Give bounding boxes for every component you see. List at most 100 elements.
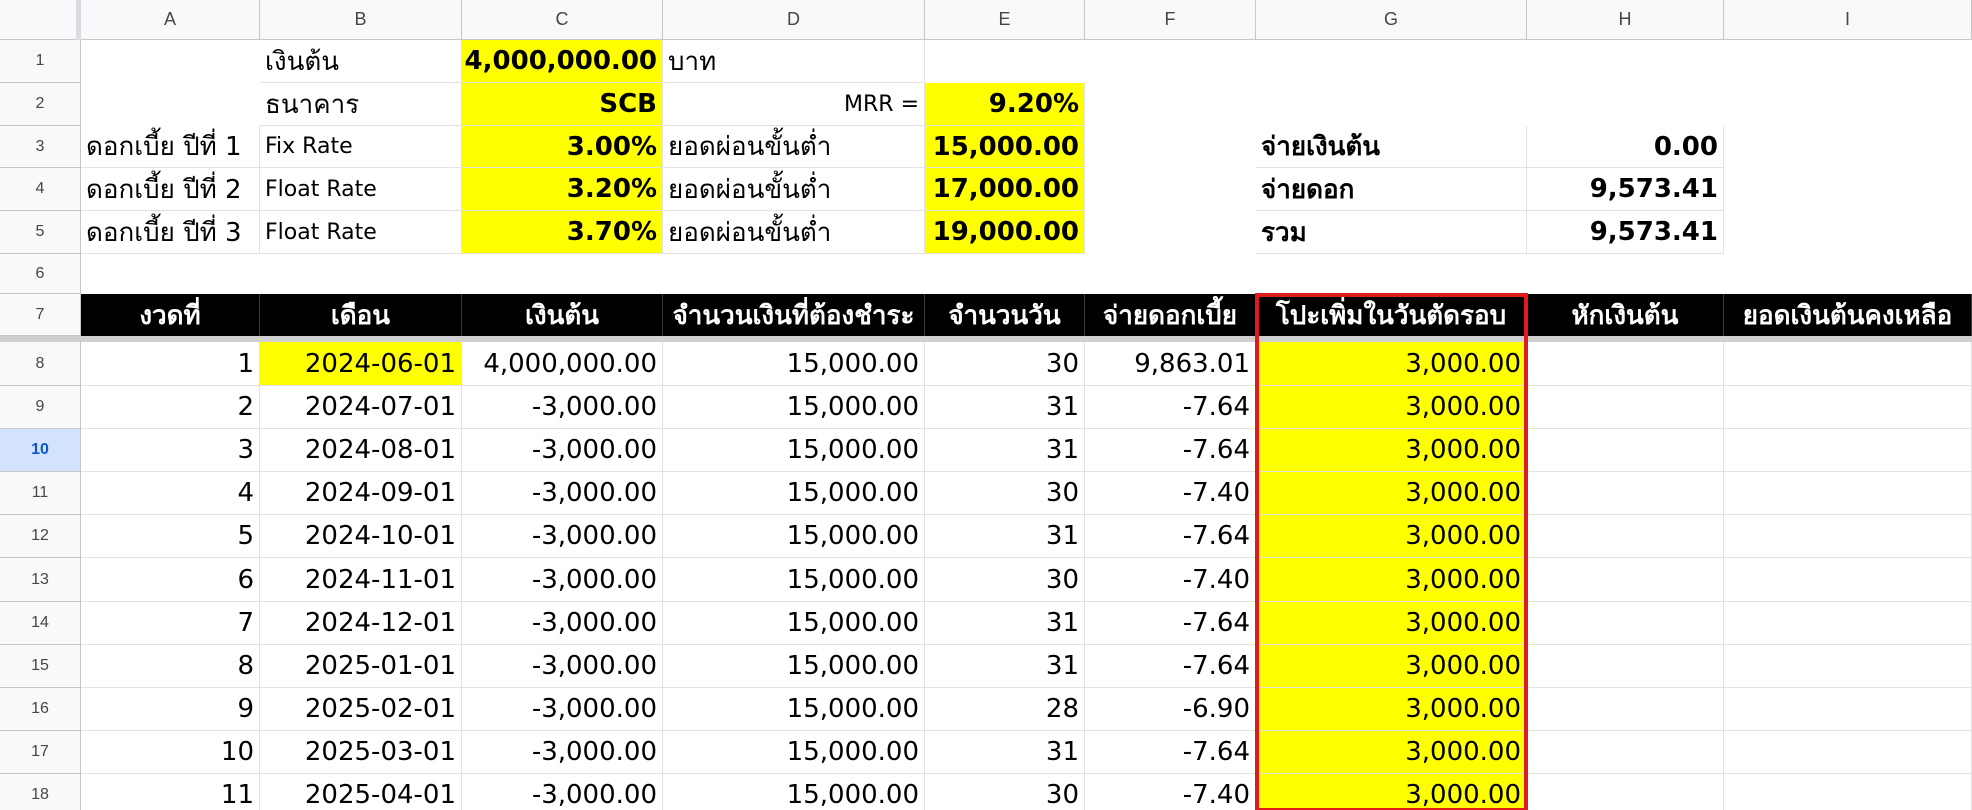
table-cell-empty[interactable] bbox=[1724, 386, 1972, 429]
spreadsheet-grid[interactable]: A B C D E F G H I 1 2 3 4 5 6 7 8 9 10 11 12 13 14 15 16 17 18 เงิน… bbox=[0, 0, 1972, 810]
year-3-rate[interactable]: 3.70% bbox=[462, 211, 663, 254]
table-cell[interactable]: 30 bbox=[925, 774, 1085, 810]
total-label-1[interactable]: จ่ายเงินต้น bbox=[1256, 126, 1527, 168]
table-cell[interactable]: 3,000.00 bbox=[1256, 645, 1527, 688]
row-header-5[interactable]: 5 bbox=[0, 211, 81, 254]
row-header-17[interactable]: 17 bbox=[0, 731, 81, 774]
table-cell-empty[interactable] bbox=[1527, 429, 1724, 472]
table-cell[interactable]: 11 bbox=[81, 774, 260, 810]
table-cell[interactable]: 2024-08-01 bbox=[260, 429, 462, 472]
year-2-minimum-value[interactable]: 17,000.00 bbox=[925, 168, 1085, 211]
table-cell[interactable]: -3,000.00 bbox=[462, 386, 663, 429]
table-header-6[interactable]: จ่ายดอกเบี้ย bbox=[1085, 294, 1256, 336]
select-all-corner[interactable] bbox=[0, 0, 81, 40]
row-header-4[interactable]: 4 bbox=[0, 168, 81, 211]
table-cell-empty[interactable] bbox=[1724, 515, 1972, 558]
table-cell[interactable]: 4 bbox=[81, 472, 260, 515]
table-cell[interactable]: 3,000.00 bbox=[1256, 688, 1527, 731]
year-1-rate-type[interactable]: Fix Rate bbox=[260, 126, 462, 168]
row-header-14[interactable]: 14 bbox=[0, 602, 81, 645]
table-cell[interactable]: 15,000.00 bbox=[663, 429, 925, 472]
table-cell[interactable]: 3 bbox=[81, 429, 260, 472]
table-cell-empty[interactable] bbox=[1724, 558, 1972, 602]
table-cell[interactable]: 15,000.00 bbox=[663, 386, 925, 429]
row-header-15[interactable]: 15 bbox=[0, 645, 81, 688]
currency-label[interactable]: บาท bbox=[663, 40, 925, 83]
row-header-2[interactable]: 2 bbox=[0, 83, 81, 126]
table-cell[interactable]: 31 bbox=[925, 515, 1085, 558]
table-cell[interactable]: 10 bbox=[81, 731, 260, 774]
row-header-1[interactable]: 1 bbox=[0, 40, 81, 83]
total-label-3[interactable]: รวม bbox=[1256, 211, 1527, 254]
table-cell[interactable]: 2025-02-01 bbox=[260, 688, 462, 731]
column-header-h[interactable]: H bbox=[1527, 0, 1724, 40]
table-cell[interactable]: 2024-12-01 bbox=[260, 602, 462, 645]
bank-label[interactable]: ธนาคาร bbox=[260, 83, 462, 126]
table-cell-empty[interactable] bbox=[1527, 731, 1724, 774]
row-header-11[interactable]: 11 bbox=[0, 472, 81, 515]
table-header-5[interactable]: จำนวนวัน bbox=[925, 294, 1085, 336]
table-cell[interactable]: 31 bbox=[925, 386, 1085, 429]
table-cell[interactable]: 30 bbox=[925, 472, 1085, 515]
row-header-12[interactable]: 12 bbox=[0, 515, 81, 558]
table-cell[interactable]: 31 bbox=[925, 429, 1085, 472]
table-cell-empty[interactable] bbox=[1527, 774, 1724, 810]
year-2-rate-type[interactable]: Float Rate bbox=[260, 168, 462, 211]
row-header-18[interactable]: 18 bbox=[0, 774, 81, 810]
table-header-3[interactable]: เงินต้น bbox=[462, 294, 663, 336]
table-cell[interactable]: 15,000.00 bbox=[663, 688, 925, 731]
year-3-minimum-value[interactable]: 19,000.00 bbox=[925, 211, 1085, 254]
table-cell[interactable]: 2025-04-01 bbox=[260, 774, 462, 810]
table-cell[interactable]: 31 bbox=[925, 645, 1085, 688]
column-header-a[interactable]: A bbox=[81, 0, 260, 40]
table-cell[interactable]: 9,863.01 bbox=[1085, 342, 1256, 386]
total-value-3[interactable]: 9,573.41 bbox=[1527, 211, 1724, 254]
table-cell[interactable]: -3,000.00 bbox=[462, 688, 663, 731]
table-cell[interactable]: -7.64 bbox=[1085, 602, 1256, 645]
table-cell[interactable]: 3,000.00 bbox=[1256, 558, 1527, 602]
row-header-9[interactable]: 9 bbox=[0, 386, 81, 429]
mrr-value[interactable]: 9.20% bbox=[925, 83, 1085, 126]
column-header-c[interactable]: C bbox=[462, 0, 663, 40]
table-header-4[interactable]: จำนวนเงินที่ต้องชำระ bbox=[663, 294, 925, 336]
table-cell-empty[interactable] bbox=[1527, 515, 1724, 558]
table-cell[interactable]: 15,000.00 bbox=[663, 342, 925, 386]
table-cell[interactable]: 2024-07-01 bbox=[260, 386, 462, 429]
total-value-2[interactable]: 9,573.41 bbox=[1527, 168, 1724, 211]
column-header-e[interactable]: E bbox=[925, 0, 1085, 40]
table-cell[interactable]: 15,000.00 bbox=[663, 774, 925, 810]
table-cell[interactable]: 15,000.00 bbox=[663, 645, 925, 688]
table-cell[interactable]: 9 bbox=[81, 688, 260, 731]
year-1-rate[interactable]: 3.00% bbox=[462, 126, 663, 168]
table-cell[interactable]: -7.40 bbox=[1085, 558, 1256, 602]
row-header-7[interactable]: 7 bbox=[0, 294, 81, 336]
table-header-1[interactable]: งวดที่ bbox=[81, 294, 260, 336]
table-cell[interactable]: 28 bbox=[925, 688, 1085, 731]
table-cell-empty[interactable] bbox=[1724, 429, 1972, 472]
column-header-f[interactable]: F bbox=[1085, 0, 1256, 40]
table-cell[interactable]: 3,000.00 bbox=[1256, 731, 1527, 774]
table-cell-empty[interactable] bbox=[1527, 386, 1724, 429]
table-cell[interactable]: 3,000.00 bbox=[1256, 774, 1527, 810]
table-cell[interactable]: 15,000.00 bbox=[663, 602, 925, 645]
row-header-6[interactable]: 6 bbox=[0, 254, 81, 294]
table-cell[interactable]: -3,000.00 bbox=[462, 602, 663, 645]
total-label-2[interactable]: จ่ายดอก bbox=[1256, 168, 1527, 211]
table-cell[interactable]: -7.64 bbox=[1085, 515, 1256, 558]
table-cell[interactable]: -3,000.00 bbox=[462, 645, 663, 688]
table-cell-empty[interactable] bbox=[1724, 472, 1972, 515]
principal-label[interactable]: เงินต้น bbox=[260, 40, 462, 83]
table-cell[interactable]: 8 bbox=[81, 645, 260, 688]
table-cell-empty[interactable] bbox=[1724, 731, 1972, 774]
table-cell-empty[interactable] bbox=[1724, 602, 1972, 645]
column-header-i[interactable]: I bbox=[1724, 0, 1972, 40]
row-header-8[interactable]: 8 bbox=[0, 342, 81, 386]
table-cell-empty[interactable] bbox=[1527, 602, 1724, 645]
table-cell-empty[interactable] bbox=[1527, 558, 1724, 602]
table-header-9[interactable]: ยอดเงินต้นคงเหลือ bbox=[1724, 294, 1972, 336]
principal-value[interactable]: 4,000,000.00 bbox=[462, 40, 663, 83]
table-header-8[interactable]: หักเงินต้น bbox=[1527, 294, 1724, 336]
row-header-16[interactable]: 16 bbox=[0, 688, 81, 731]
table-cell[interactable]: -3,000.00 bbox=[462, 774, 663, 810]
table-cell[interactable]: 2025-03-01 bbox=[260, 731, 462, 774]
